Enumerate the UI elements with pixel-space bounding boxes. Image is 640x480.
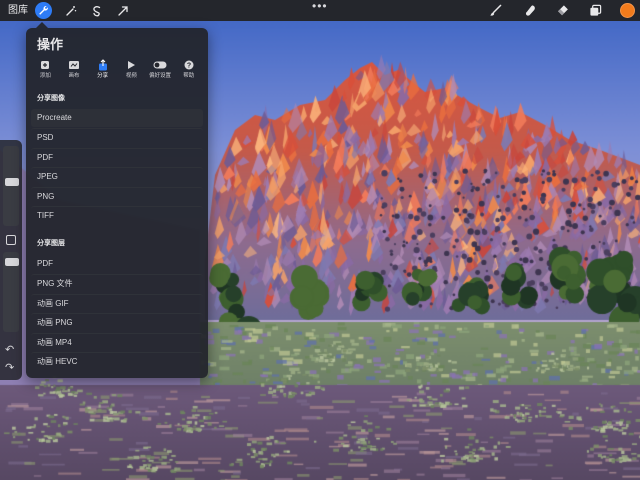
selection-button[interactable] xyxy=(88,2,105,19)
transform-arrow-icon xyxy=(117,5,128,16)
share-layers-animated-png[interactable]: 动画 PNG xyxy=(31,313,203,331)
color-picker-button[interactable] xyxy=(620,3,635,18)
add-icon xyxy=(41,61,50,69)
tab-label: 偏好设置 xyxy=(149,73,172,79)
brush-icon xyxy=(490,4,502,16)
share-image-header: 分享图像 xyxy=(37,95,65,102)
share-layers-animated-gif[interactable]: 动画 GIF xyxy=(31,294,203,312)
share-image-tiff[interactable]: TIFF xyxy=(31,206,203,224)
svg-text:?: ? xyxy=(187,63,191,70)
share-image-png[interactable]: PNG xyxy=(31,187,203,205)
share-image-psd[interactable]: PSD xyxy=(31,128,203,146)
brush-tool-button[interactable] xyxy=(487,2,504,19)
share-layers-animated-hevc[interactable]: 动画 HEVC xyxy=(31,352,203,370)
left-sidebar: ↶ ↷ xyxy=(0,140,22,380)
panel-title: 操作 xyxy=(37,37,64,52)
layers-button[interactable] xyxy=(587,2,604,19)
selection-icon xyxy=(92,5,100,16)
smudge-tool-button[interactable] xyxy=(522,2,539,19)
tab-preferences[interactable]: 偏好设置 xyxy=(146,59,175,85)
transform-button[interactable] xyxy=(114,2,131,19)
share-layers-header: 分享图层 xyxy=(37,240,65,247)
popover-arrow xyxy=(36,22,48,28)
share-image-procreate[interactable]: Procreate xyxy=(31,109,203,127)
tab-canvas[interactable]: 画布 xyxy=(60,59,89,85)
more-options-button[interactable]: ••• xyxy=(312,0,328,12)
share-image-jpeg[interactable]: JPEG xyxy=(31,167,203,185)
tab-label: 分享 xyxy=(97,73,109,79)
canvas-icon xyxy=(69,61,79,69)
tab-help[interactable]: ? 帮助 xyxy=(174,59,203,85)
video-icon xyxy=(128,61,136,69)
brush-size-thumb[interactable] xyxy=(5,178,19,186)
eraser-icon xyxy=(558,5,568,16)
redo-icon[interactable]: ↷ xyxy=(5,362,14,374)
tab-add[interactable]: 添加 xyxy=(31,59,60,85)
share-icon xyxy=(98,59,107,71)
magic-wand-icon xyxy=(65,5,76,16)
layers-icon xyxy=(590,4,602,16)
modify-button[interactable] xyxy=(6,235,16,245)
brush-size-slider[interactable] xyxy=(3,146,19,226)
share-layers-pdf[interactable]: PDF xyxy=(31,255,203,273)
opacity-thumb[interactable] xyxy=(5,258,19,266)
opacity-slider[interactable] xyxy=(3,252,19,332)
adjustments-button[interactable] xyxy=(62,2,79,19)
tab-label: 帮助 xyxy=(183,73,195,79)
undo-icon[interactable]: ↶ xyxy=(5,344,14,356)
tab-video[interactable]: 视频 xyxy=(117,59,146,85)
share-layers-animated-mp4[interactable]: 动画 MP4 xyxy=(31,333,203,351)
gallery-button[interactable]: 图库 xyxy=(8,4,28,17)
smudge-icon xyxy=(525,5,535,16)
share-layers-png-files[interactable]: PNG 文件 xyxy=(31,274,203,292)
top-toolbar: 图库 ••• xyxy=(0,0,640,21)
toggle-icon xyxy=(153,61,167,69)
tab-label: 视频 xyxy=(125,73,137,79)
tab-label: 画布 xyxy=(68,73,80,79)
wrench-icon xyxy=(39,6,48,15)
eraser-tool-button[interactable] xyxy=(554,2,571,19)
tab-share[interactable]: 分享 xyxy=(88,59,117,85)
tab-label: 添加 xyxy=(39,73,51,79)
help-icon: ? xyxy=(184,60,194,70)
share-image-pdf[interactable]: PDF xyxy=(31,148,203,166)
actions-panel: 操作 添加 画布 分享 视频 偏好设置 ? 帮助 分享图像 Procreate … xyxy=(26,22,208,378)
actions-wrench-button[interactable] xyxy=(35,2,52,19)
actions-tabs: 添加 画布 分享 视频 偏好设置 ? 帮助 xyxy=(31,59,203,85)
